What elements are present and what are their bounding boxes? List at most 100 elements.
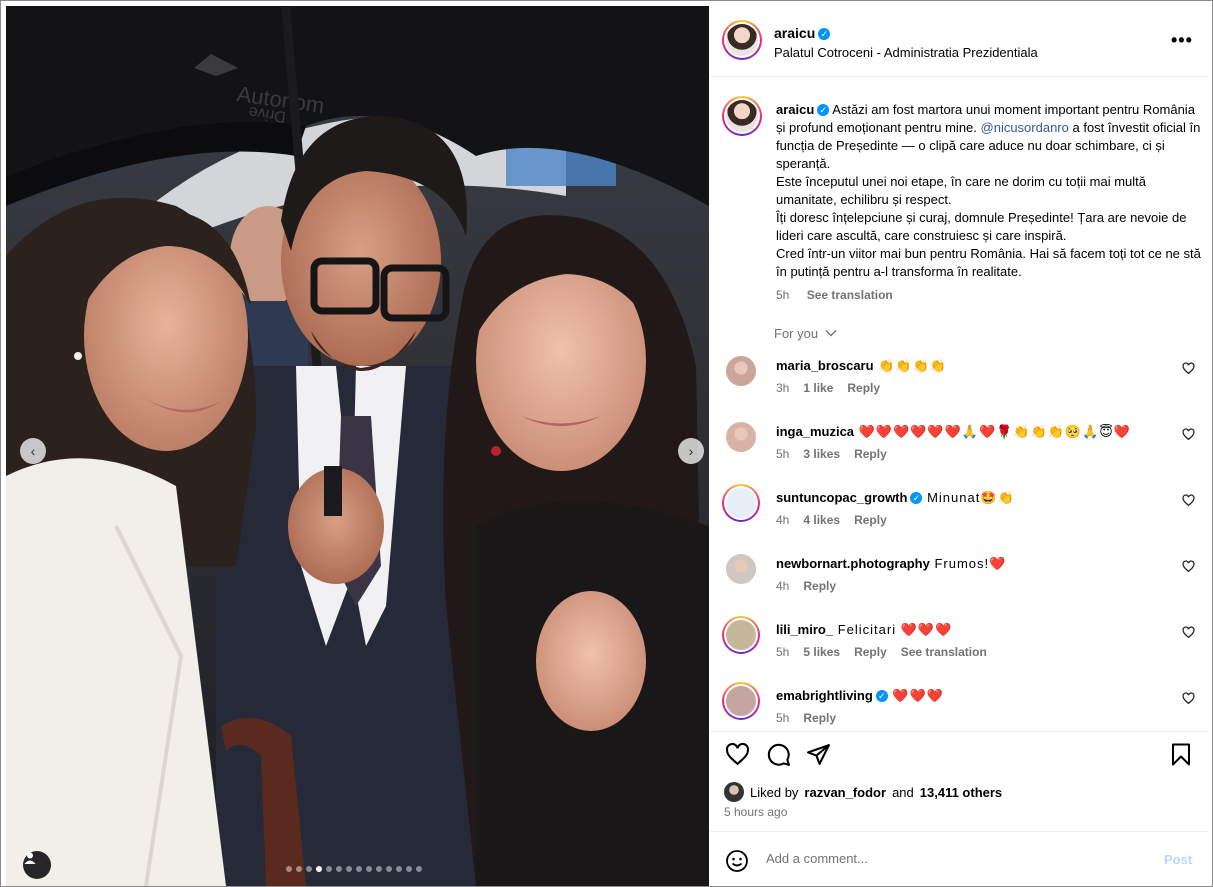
comment-avatar[interactable] [722,616,760,654]
comment-body: Felicitari ❤️❤️❤️ [833,622,953,637]
verified-badge-icon: ✓ [875,690,888,702]
caption-username[interactable]: araicu [776,102,814,117]
comment-likes[interactable]: 5 likes [803,645,840,659]
next-photo-button[interactable]: › [678,438,704,464]
comment-icon[interactable] [766,742,791,767]
comment-likes[interactable]: 3 likes [803,447,840,461]
comment-item: newbornart.photography Frumos!❤️ 4h Reply [709,552,1209,612]
comment-username[interactable]: lili_miro_ [776,622,833,637]
share-icon[interactable] [806,742,831,767]
carousel-dot [326,866,332,872]
caption-line-2: Este începutul unei noi etape, în care n… [776,174,1146,207]
comment-username[interactable]: inga_muzica [776,424,854,439]
comment-username[interactable]: suntuncopac_growth [776,490,907,505]
liker-avatar[interactable] [724,782,744,802]
for-you-dropdown[interactable]: For you [774,326,837,341]
comment-like-heart-icon[interactable] [1182,560,1195,573]
comment-meta: 5h 5 likes Reply See translation [776,645,1001,659]
comment-meta: 5h 3 likes Reply [776,447,901,461]
comment-reply-button[interactable]: Reply [854,645,887,659]
comment-time: 3h [776,381,790,395]
author-username[interactable]: araicu ✓ [774,25,831,41]
post-photo[interactable]: Autonom Drive ‹ › [6,6,709,886]
comment-like-heart-icon[interactable] [1182,626,1195,639]
author-username-text[interactable]: araicu [774,25,815,41]
comment-meta: 3h 1 like Reply [776,381,894,395]
carousel-dot [376,866,382,872]
carousel-dot [306,866,312,872]
likes-others[interactable]: 13,411 others [920,785,1002,800]
comment-time: 5h [776,645,790,659]
comment-like-heart-icon[interactable] [1182,428,1195,441]
add-comment-input[interactable] [766,851,1126,866]
comment-reply-button[interactable]: Reply [803,579,836,593]
comment-body: Minunat🤩👏 [922,490,1015,505]
likes-and: and [892,784,914,800]
post-details-panel: araicu ✓ Palatul Cotroceni - Administrati… [709,6,1209,886]
post-caption: araicu ✓ Astăzi am fost martora unui mome… [776,101,1201,281]
carousel-dot [296,866,302,872]
caption-time: 5h [776,288,790,302]
comment-reply-button[interactable]: Reply [854,513,887,527]
bookmark-icon[interactable] [1170,742,1192,767]
comment-time: 4h [776,579,790,593]
comment-avatar[interactable] [722,682,760,720]
heart-icon[interactable] [725,742,750,767]
post-dialog: Autonom Drive ‹ › araicu ✓ Palatul Cotro… [0,0,1213,887]
comment-reply-button[interactable]: Reply [854,447,887,461]
comment-item: inga_muzica ❤️❤️❤️❤️❤️❤️🙏❤️🌹👏👏👏🥺🙏😇❤️ 5h 3 … [709,420,1209,480]
comment-username[interactable]: newbornart.photography [776,556,930,571]
comment-likes[interactable]: 1 like [803,381,833,395]
comment-username[interactable]: maria_broscaru [776,358,874,373]
comment-like-heart-icon[interactable] [1182,692,1195,705]
post-timestamp[interactable]: 5 hours ago [724,805,787,819]
comment-item: suntuncopac_growth ✓ Minunat🤩👏 4h 4 likes Re… [709,484,1209,546]
comment-text: lili_miro_ Felicitari ❤️❤️❤️ [776,622,952,638]
caption-mention-link[interactable]: @nicusordanro [981,120,1069,135]
comment-avatar[interactable] [726,356,756,386]
comment-body: ❤️❤️❤️ [887,688,944,703]
comment-text: suntuncopac_growth ✓ Minunat🤩👏 [776,490,1015,506]
post-actions-bar [709,731,1209,781]
comment-like-heart-icon[interactable] [1182,362,1195,375]
likes-prefix: Liked by [750,784,799,800]
verified-badge-icon: ✓ [910,492,923,504]
comment-item: maria_broscaru 👏👏👏👏 3h 1 like Reply [709,354,1209,414]
comment-see-translation[interactable]: See translation [901,645,987,659]
verified-badge-icon: ✓ [818,28,831,40]
caption-line-3: Îți doresc înțelepciune și curaj, domnul… [776,210,1187,243]
comment-avatar[interactable] [722,484,760,522]
carousel-indicator [286,866,422,872]
carousel-dot [336,866,342,872]
comment-avatar[interactable] [726,422,756,452]
post-comment-button[interactable]: Post [1164,852,1192,867]
comment-reply-button[interactable]: Reply [847,381,880,395]
carousel-dot [356,866,362,872]
comment-username[interactable]: emabrightliving [776,688,873,703]
caption-author-avatar[interactable] [722,96,762,136]
carousel-dot [396,866,402,872]
post-header: araicu ✓ Palatul Cotroceni - Administrati… [709,6,1209,77]
caption-line-4: Cred într-un viitor mai bun pentru Român… [776,246,1201,279]
more-options-icon[interactable]: ••• [1171,30,1193,51]
author-avatar[interactable] [722,20,762,60]
comment-time: 4h [776,513,790,527]
caption-meta: 5h See translation [776,288,907,302]
carousel-dot [316,866,322,872]
comment-avatar[interactable] [726,554,756,584]
previous-photo-button[interactable]: ‹ [20,438,46,464]
emoji-icon[interactable] [725,849,749,873]
comment-meta: 4h 4 likes Reply [776,513,901,527]
comment-text: inga_muzica ❤️❤️❤️❤️❤️❤️🙏❤️🌹👏👏👏🥺🙏😇❤️ [776,424,1131,440]
see-translation-link[interactable]: See translation [807,288,893,302]
comment-like-heart-icon[interactable] [1182,494,1195,507]
comment-time: 5h [776,711,790,725]
comment-body: 👏👏👏👏 [873,358,947,373]
comment-likes[interactable]: 4 likes [803,513,840,527]
location-link[interactable]: Palatul Cotroceni - Administratia Prezid… [774,45,1038,60]
comment-reply-button[interactable]: Reply [803,711,836,725]
tagged-people-button[interactable] [23,851,51,879]
liker-username[interactable]: razvan_fodor [804,785,886,800]
for-you-label: For you [774,326,819,341]
verified-badge-icon: ✓ [817,104,830,116]
